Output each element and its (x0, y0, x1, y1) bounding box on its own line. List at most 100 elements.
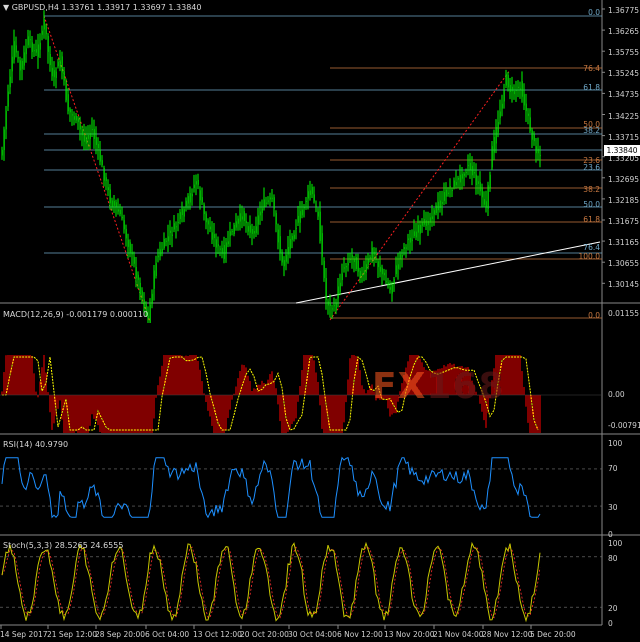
candle-body (195, 181, 197, 185)
candle-body (29, 39, 31, 41)
fibonacci-level-label: 76.4 (583, 243, 600, 252)
date-axis-label: 28 Sep 20:00 (95, 630, 146, 639)
rsi-line (1, 456, 541, 519)
candle-body (451, 190, 453, 192)
candle-body (317, 211, 319, 217)
rsi-axis-0: 0 (608, 530, 613, 539)
candle-body (65, 82, 67, 101)
macd-histogram-bar (205, 395, 207, 403)
rsi-title: RSI(14) 40.9790 (3, 440, 69, 449)
macd-histogram-bar (523, 386, 525, 395)
candle-body (89, 132, 91, 139)
macd-histogram-bar (507, 355, 509, 395)
macd-histogram-bar (309, 355, 311, 395)
macd-histogram-bar (23, 355, 25, 395)
price-axis-label: 1.31675 (608, 217, 640, 226)
candle-body (237, 218, 239, 224)
macd-histogram-bar (117, 395, 119, 433)
price-axis-label: 1.34225 (608, 111, 640, 121)
candle-body (227, 241, 229, 245)
candle-body (275, 213, 277, 225)
macd-histogram-bar (281, 395, 283, 433)
candle-body (243, 211, 245, 222)
candle-body (519, 88, 521, 90)
candle-body (263, 199, 265, 208)
candle-body (375, 258, 377, 260)
candle-body (105, 177, 107, 181)
candle-body (185, 200, 187, 207)
candle-body (321, 233, 323, 257)
macd-histogram-bar (229, 395, 231, 410)
candle-body (235, 221, 237, 228)
candle-body (213, 234, 215, 239)
macd-histogram-bar (93, 395, 95, 419)
stoch-axis-20: 20 (608, 604, 618, 613)
stoch-axis-100: 100 (608, 539, 623, 548)
candle-body (3, 129, 5, 151)
candle-body (81, 129, 83, 136)
candle-body (251, 228, 253, 234)
candle-body (377, 261, 379, 268)
macd-histogram-bar (27, 355, 29, 395)
candle-body (327, 301, 329, 306)
stoch-title: Stoch(5,3,3) 28.5265 24.6555 (3, 541, 124, 550)
macd-histogram-bar (43, 355, 45, 395)
candle-body (521, 81, 523, 97)
candle-body (273, 197, 275, 209)
candle-body (123, 220, 125, 230)
macd-histogram-bar (59, 395, 61, 401)
macd-histogram-bar (321, 395, 323, 429)
candle-body (17, 57, 19, 59)
candle-body (503, 90, 505, 102)
macd-histogram-bar (51, 395, 53, 430)
candle-body (497, 122, 499, 133)
symbol-header: ▼ GBPUSD,H4 1.33761 1.33917 1.33697 1.33… (3, 3, 201, 12)
candle-body (229, 231, 231, 237)
candle-body (57, 61, 59, 67)
macd-histogram-bar (123, 395, 125, 433)
candle-body (137, 274, 139, 280)
candle-body (319, 211, 321, 241)
macd-histogram-bar (129, 395, 131, 433)
collapse-arrow-icon[interactable]: ▼ (3, 3, 9, 12)
candle-body (153, 270, 155, 289)
date-axis-label: 13 Nov 20:00 (384, 630, 435, 639)
candle-body (407, 238, 409, 240)
fibonacci-connector (329, 69, 511, 321)
candle-body (101, 160, 103, 166)
candle-body (439, 200, 441, 209)
macd-histogram-bar (277, 395, 279, 405)
macd-histogram-bar (241, 364, 243, 395)
candle-body (225, 242, 227, 254)
candle-body (315, 206, 317, 208)
macd-histogram-bar (295, 395, 297, 419)
candle-body (267, 200, 269, 202)
candle-body (167, 236, 169, 242)
candle-body (177, 221, 179, 223)
candle-body (395, 265, 397, 275)
candle-body (339, 282, 341, 292)
macd-histogram-bar (351, 355, 353, 395)
candle-body (75, 115, 77, 121)
price-axis-label: 1.30145 (608, 280, 640, 290)
candle-body (71, 114, 73, 116)
macd-histogram-bar (77, 395, 79, 433)
fibonacci-level-label: 23.6 (583, 163, 600, 172)
candle-body (117, 209, 119, 212)
candle-body (341, 273, 343, 281)
candle-body (95, 137, 97, 146)
candle-body (325, 278, 327, 301)
candle-body (485, 201, 487, 208)
candle-body (349, 259, 351, 261)
macd-histogram-bar (131, 395, 133, 433)
macd-histogram-bar (267, 379, 269, 395)
candle-body (463, 173, 465, 176)
candle-body (329, 302, 331, 306)
candle-body (323, 260, 325, 279)
watermark-fx: FX (372, 366, 427, 407)
candle-body (245, 221, 247, 224)
macd-histogram-bar (237, 378, 239, 395)
candle-body (333, 305, 335, 307)
candle-body (281, 251, 283, 263)
date-axis-label: 28 Nov 12:00 (482, 630, 533, 639)
